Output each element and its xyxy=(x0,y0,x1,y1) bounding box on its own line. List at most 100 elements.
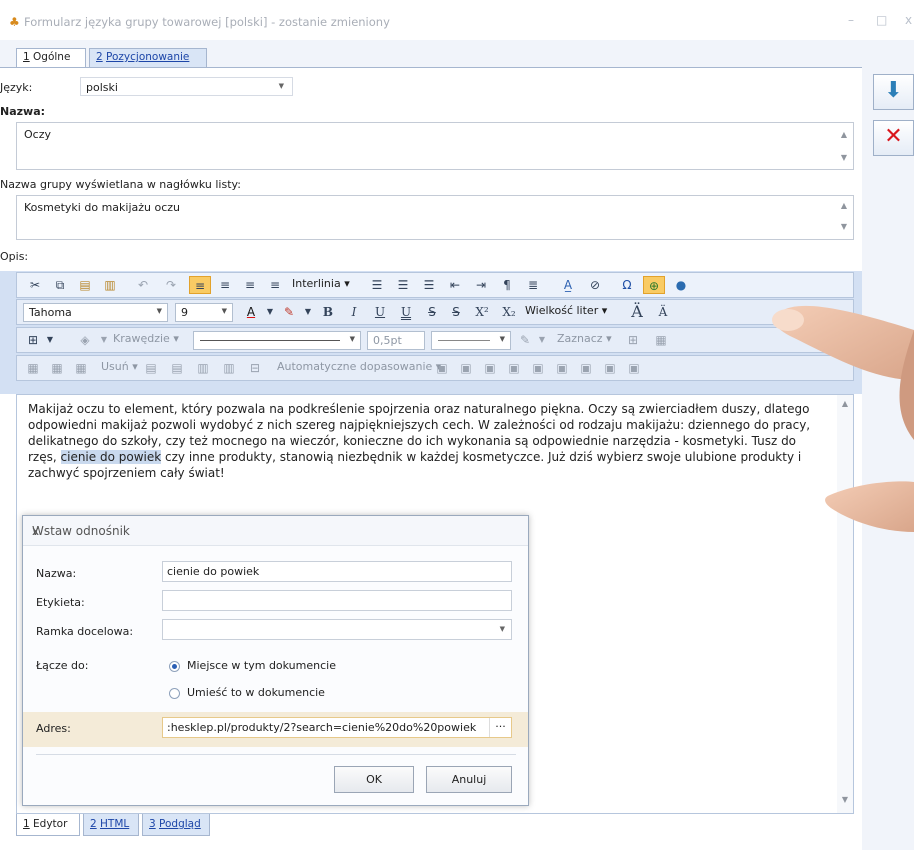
row-below-icon[interactable]: ▤ xyxy=(167,359,187,377)
delete-button[interactable]: Usuń ▾ xyxy=(101,360,138,373)
cancel-form-button[interactable]: ✕ xyxy=(873,120,914,156)
cell-align-icon[interactable]: ▣ xyxy=(433,359,451,377)
scroll-down-icon[interactable]: ▼ xyxy=(837,222,851,231)
superscript-icon[interactable]: X² xyxy=(472,303,492,321)
ok-button[interactable]: OK xyxy=(334,766,414,793)
border-width-select[interactable]: 0,5pt xyxy=(367,331,425,350)
cancel-button[interactable]: Anuluj xyxy=(426,766,512,793)
copy-icon[interactable]: ⧉ xyxy=(50,276,70,294)
text-case-button[interactable]: Wielkość liter ▾ xyxy=(525,304,607,317)
link-label-input[interactable] xyxy=(162,590,512,611)
name-field[interactable]: Oczy ▲ ▼ xyxy=(16,122,854,170)
align-right-icon[interactable]: ≡ xyxy=(240,276,260,294)
select-button[interactable]: Zaznacz ▾ xyxy=(557,332,612,345)
link-name-input[interactable]: cienie do powiek xyxy=(162,561,512,582)
increase-indent-icon[interactable]: ⇥ xyxy=(471,276,491,294)
target-frame-select[interactable]: ▼ xyxy=(162,619,512,640)
underline-icon[interactable]: U xyxy=(371,303,389,321)
align-justify-icon[interactable]: ≡ xyxy=(265,276,285,294)
subscript-icon[interactable]: X₂ xyxy=(499,303,519,321)
scroll-up-icon[interactable]: ▲ xyxy=(837,130,851,139)
redo-icon[interactable]: ↷ xyxy=(161,276,181,294)
scroll-down-icon[interactable]: ▼ xyxy=(838,795,852,804)
scroll-down-icon[interactable]: ▼ xyxy=(837,153,851,162)
bullet-list-icon[interactable]: ☰ xyxy=(393,276,413,294)
address-input[interactable]: :hesklep.pl/produkty/2?search=cienie%20d… xyxy=(162,717,512,738)
col-left-icon[interactable]: ▥ xyxy=(193,359,213,377)
table-icon[interactable]: ⊞ xyxy=(23,331,43,349)
split-cell-icon[interactable]: ⊟ xyxy=(245,359,265,377)
align-left-icon[interactable]: ≡ xyxy=(189,276,211,294)
dialog-close-icon[interactable]: x xyxy=(32,524,516,538)
cell-align-icon[interactable]: ▣ xyxy=(481,359,499,377)
insert-column-icon[interactable]: ▦ xyxy=(47,359,67,377)
undo-icon[interactable]: ↶ xyxy=(133,276,153,294)
autofit-button[interactable]: Automatyczne dopasowanie ▾ xyxy=(277,360,441,373)
shading-icon[interactable]: ◈ xyxy=(75,331,95,349)
close-window-button[interactable]: x xyxy=(905,13,912,27)
omega-icon[interactable]: Ω xyxy=(617,276,637,294)
italic-icon[interactable]: I xyxy=(345,303,363,321)
tab-html[interactable]: 2 HTML xyxy=(83,814,139,836)
chevron-down-icon[interactable]: ▼ xyxy=(45,331,55,349)
tab-preview[interactable]: 3 Podgląd xyxy=(142,814,210,836)
cell-align-icon[interactable]: ▣ xyxy=(553,359,571,377)
font-size-select[interactable]: 9 ▼ xyxy=(175,303,233,322)
bold-icon[interactable]: B xyxy=(319,303,337,321)
cell-align-icon[interactable]: ▣ xyxy=(601,359,619,377)
align-center-icon[interactable]: ≡ xyxy=(215,276,235,294)
cell-align-icon[interactable]: ▣ xyxy=(625,359,643,377)
link-icon[interactable]: ⊘ xyxy=(585,276,605,294)
cell-align-icon[interactable]: ▣ xyxy=(457,359,475,377)
radio-embed-in-document[interactable] xyxy=(169,688,180,699)
decrease-indent-icon[interactable]: ⇤ xyxy=(445,276,465,294)
tab-editor[interactable]: 1 Edytor xyxy=(16,814,80,836)
maximize-button[interactable]: □ xyxy=(876,13,887,27)
cut-icon[interactable]: ✂ xyxy=(25,276,45,294)
border-style-select[interactable]: ▼ xyxy=(193,331,361,350)
paste-icon[interactable]: ▤ xyxy=(75,276,95,294)
insert-hyperlink-icon[interactable]: ⊕ xyxy=(643,276,665,294)
radio-place-in-document[interactable] xyxy=(169,661,180,672)
strikethrough-icon[interactable]: S̶ xyxy=(423,303,441,321)
chevron-down-icon[interactable]: ▼ xyxy=(537,331,547,349)
row-above-icon[interactable]: ▤ xyxy=(141,359,161,377)
cell-grid-icon[interactable]: ⊞ xyxy=(623,331,643,349)
pilcrow-icon[interactable]: ¶ xyxy=(497,276,517,294)
language-select[interactable]: polski ▼ xyxy=(80,77,293,96)
table-props-icon[interactable]: ▦ xyxy=(651,331,671,349)
col-right-icon[interactable]: ▥ xyxy=(219,359,239,377)
globe-icon[interactable]: ● xyxy=(671,276,691,294)
grow-font-icon[interactable]: Ä xyxy=(627,303,647,321)
cell-align-icon[interactable]: ▣ xyxy=(577,359,595,377)
border-color-select[interactable]: ▼ xyxy=(431,331,511,350)
editor-content[interactable]: Makijaż oczu to element, który pozwala n… xyxy=(28,401,824,481)
scroll-up-icon[interactable]: ▲ xyxy=(838,399,852,408)
multilevel-list-icon[interactable]: ☰ xyxy=(419,276,439,294)
numbered-list-icon[interactable]: ☰ xyxy=(367,276,387,294)
minimize-button[interactable]: – xyxy=(848,13,854,27)
tab-ogolne[interactable]: 1 Ogólne xyxy=(16,48,86,67)
editor-scrollbar[interactable]: ▲ ▼ xyxy=(837,395,853,813)
chevron-down-icon[interactable]: ▼ xyxy=(99,331,109,349)
chevron-down-icon[interactable]: ▼ xyxy=(303,303,313,321)
paragraph-mark-icon[interactable]: ≣ xyxy=(523,276,543,294)
shrink-font-icon[interactable]: Ä xyxy=(653,303,673,321)
cell-align-icon[interactable]: ▣ xyxy=(505,359,523,377)
borders-button[interactable]: Krawędzie ▾ xyxy=(113,332,179,345)
pen-icon[interactable]: ✎ xyxy=(515,331,535,349)
merge-cells-icon[interactable]: ▦ xyxy=(71,359,91,377)
font-color-icon[interactable]: A xyxy=(241,303,261,321)
font-family-select[interactable]: Tahoma ▼ xyxy=(23,303,168,322)
spellcheck-icon[interactable]: A̲ xyxy=(557,276,579,294)
tab-pozycjonowanie[interactable]: 2 Pozycjonowanie xyxy=(89,48,207,67)
header-field[interactable]: Kosmetyki do makijażu oczu ▲ ▼ xyxy=(16,195,854,240)
paste-special-icon[interactable]: ▥ xyxy=(100,276,120,294)
browse-button[interactable]: ··· xyxy=(489,718,511,737)
chevron-down-icon[interactable]: ▼ xyxy=(265,303,275,321)
insert-row-icon[interactable]: ▦ xyxy=(23,359,43,377)
cell-align-icon[interactable]: ▣ xyxy=(529,359,547,377)
line-spacing-button[interactable]: Interlinia ▾ xyxy=(292,277,350,290)
scroll-up-icon[interactable]: ▲ xyxy=(837,201,851,210)
double-strikethrough-icon[interactable]: S̶ xyxy=(447,303,465,321)
